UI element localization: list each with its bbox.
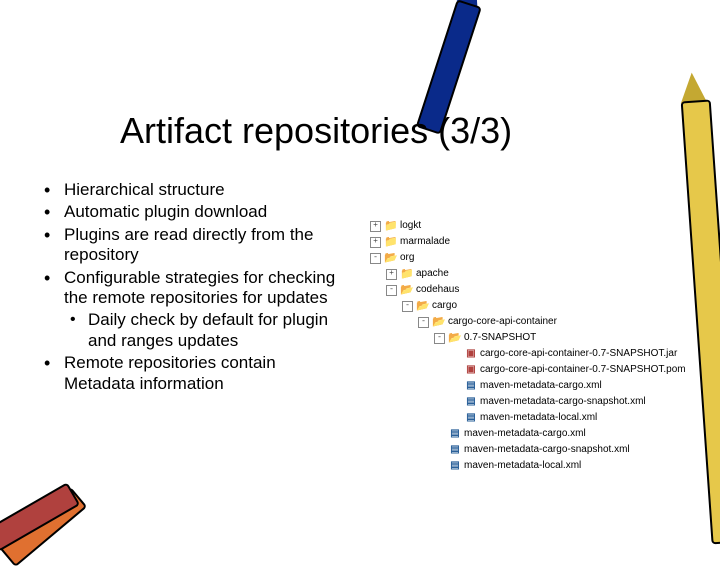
tree-node-label: maven-metadata-local.xml [464, 458, 581, 474]
tree-row: -📂cargo-core-api-container [370, 314, 700, 330]
bullet-item: Automatic plugin download [40, 202, 340, 222]
folder-icon: 📁 [400, 266, 414, 282]
tree-node-label: maven-metadata-cargo-snapshot.xml [480, 394, 646, 410]
bullet-text: Hierarchical structure [64, 180, 225, 199]
tree-node-label: apache [416, 266, 449, 282]
folder-open-icon: 📂 [448, 330, 462, 346]
tree-row: +📁apache [370, 266, 700, 282]
tree-node-label: cargo [432, 298, 457, 314]
collapse-icon[interactable]: - [386, 285, 397, 296]
tree-node-label: org [400, 250, 414, 266]
bullet-text: Remote repositories contain Metadata inf… [64, 353, 276, 392]
sub-bullet-item: Daily check by default for plugin and ra… [64, 310, 340, 351]
bullet-item: Plugins are read directly from the repos… [40, 225, 340, 266]
sub-bullet-text: Daily check by default for plugin and ra… [88, 310, 328, 349]
tree-row: ▤maven-metadata-cargo-snapshot.xml [370, 442, 700, 458]
tree-node-label: cargo-core-api-container-0.7-SNAPSHOT.ja… [480, 346, 677, 362]
xml-file-icon: ▤ [464, 394, 478, 410]
tree-row: ▤maven-metadata-local.xml [370, 458, 700, 474]
xml-file-icon: ▤ [464, 410, 478, 426]
tree-node-label: 0.7-SNAPSHOT [464, 330, 536, 346]
expand-icon[interactable]: + [370, 221, 381, 232]
xml-file-icon: ▤ [448, 426, 462, 442]
bullet-item: Configurable strategies for checking the… [40, 268, 340, 352]
tree-node-label: logkt [400, 218, 421, 234]
bullet-text: Automatic plugin download [64, 202, 267, 221]
folder-open-icon: 📂 [432, 314, 446, 330]
tree-node-label: maven-metadata-cargo.xml [480, 378, 602, 394]
collapse-icon[interactable]: - [418, 317, 429, 328]
tree-row: ▤maven-metadata-cargo.xml [370, 426, 700, 442]
tree-node-label: marmalade [400, 234, 450, 250]
xml-file-icon: ▤ [448, 442, 462, 458]
folder-icon: 📁 [384, 218, 398, 234]
bullet-text: Configurable strategies for checking the… [64, 268, 335, 307]
tree-row: -📂0.7-SNAPSHOT [370, 330, 700, 346]
tree-row: -📂org [370, 250, 700, 266]
tree-row: -📂cargo [370, 298, 700, 314]
folder-open-icon: 📂 [416, 298, 430, 314]
tree-row: +📁logkt [370, 218, 700, 234]
tree-row: -📂codehaus [370, 282, 700, 298]
expand-icon[interactable]: + [386, 269, 397, 280]
collapse-icon[interactable]: - [434, 333, 445, 344]
collapse-icon[interactable]: - [370, 253, 381, 264]
bullet-text: Plugins are read directly from the repos… [64, 225, 313, 264]
tree-node-label: cargo-core-api-container-0.7-SNAPSHOT.po… [480, 362, 686, 378]
slide-title: Artifact repositories (3/3) [120, 110, 680, 152]
expand-icon[interactable]: + [370, 237, 381, 248]
tree-row: ▣cargo-core-api-container-0.7-SNAPSHOT.p… [370, 362, 700, 378]
tree-node-label: codehaus [416, 282, 459, 298]
repository-tree: +📁logkt+📁marmalade-📂org+📁apache-📂codehau… [370, 218, 700, 474]
xml-file-icon: ▤ [448, 458, 462, 474]
collapse-icon[interactable]: - [402, 301, 413, 312]
folder-icon: 📁 [384, 234, 398, 250]
bullet-item: Hierarchical structure [40, 180, 340, 200]
tree-node-label: maven-metadata-cargo-snapshot.xml [464, 442, 630, 458]
folder-open-icon: 📂 [400, 282, 414, 298]
tree-node-label: cargo-core-api-container [448, 314, 557, 330]
tree-row: ▤maven-metadata-cargo.xml [370, 378, 700, 394]
crayon-decoration-bottom-left [0, 430, 130, 550]
jar-file-icon: ▣ [464, 346, 478, 362]
bullet-item: Remote repositories contain Metadata inf… [40, 353, 340, 394]
bullet-list-region: Hierarchical structure Automatic plugin d… [40, 180, 340, 396]
jar-file-icon: ▣ [464, 362, 478, 378]
tree-row: +📁marmalade [370, 234, 700, 250]
tree-node-label: maven-metadata-local.xml [480, 410, 597, 426]
tree-row: ▤maven-metadata-cargo-snapshot.xml [370, 394, 700, 410]
tree-row: ▣cargo-core-api-container-0.7-SNAPSHOT.j… [370, 346, 700, 362]
xml-file-icon: ▤ [464, 378, 478, 394]
tree-node-label: maven-metadata-cargo.xml [464, 426, 586, 442]
tree-row: ▤maven-metadata-local.xml [370, 410, 700, 426]
slide: Artifact repositories (3/3) Hierarchical… [0, 0, 720, 540]
folder-open-icon: 📂 [384, 250, 398, 266]
